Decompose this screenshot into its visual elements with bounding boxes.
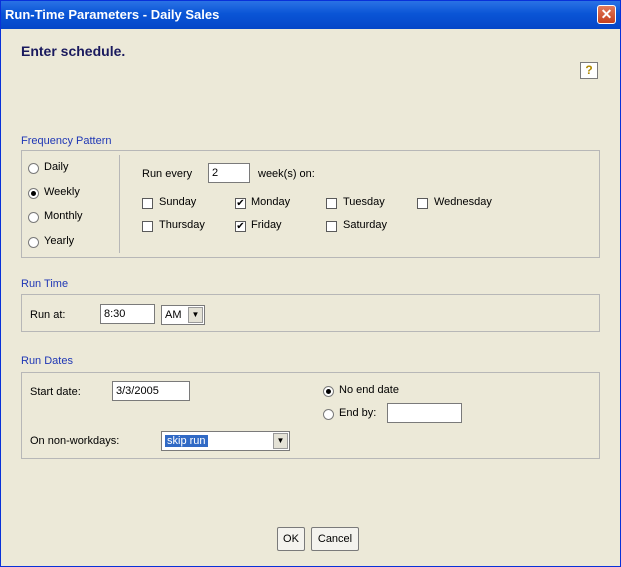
start-date-label: Start date: — [30, 386, 81, 398]
chevron-down-icon[interactable]: ▼ — [273, 433, 288, 449]
checkbox-friday[interactable]: ✔ — [235, 221, 246, 232]
run-every-input[interactable]: 2 — [208, 163, 250, 183]
ok-button[interactable]: OK — [277, 527, 305, 551]
run-at-label: Run at: — [30, 309, 66, 321]
radio-monthly[interactable] — [28, 212, 39, 223]
run-dates-panel: Start date: 3/3/2005 No end date End by:… — [21, 372, 600, 459]
checkbox-saturday-label: Saturday — [343, 219, 388, 231]
start-date-input[interactable]: 3/3/2005 — [112, 381, 190, 401]
radio-end-by-label: End by: — [339, 407, 377, 419]
frequency-pattern-label: Frequency Pattern — [21, 135, 112, 147]
weeks-on-label: week(s) on: — [258, 168, 315, 180]
radio-daily-label: Daily — [44, 161, 69, 173]
checkbox-wednesday[interactable] — [417, 198, 428, 209]
non-workdays-value: skip run — [165, 435, 208, 447]
run-at-time-input[interactable]: 8:30 — [100, 304, 155, 324]
run-time-label: Run Time — [21, 278, 69, 290]
checkbox-wednesday-label: Wednesday — [434, 196, 492, 208]
radio-no-end-date-label: No end date — [339, 384, 399, 396]
frequency-panel: Daily Weekly Monthly Yearly Run every 2 … — [21, 150, 600, 258]
radio-end-by[interactable] — [323, 409, 334, 420]
run-dates-label: Run Dates — [21, 355, 73, 367]
dialog-window: Run-Time Parameters - Daily Sales ✕ Ente… — [0, 0, 621, 567]
checkbox-sunday-label: Sunday — [159, 196, 197, 208]
radio-no-end-date[interactable] — [323, 386, 334, 397]
run-time-panel: Run at: 8:30 AM ▼ — [21, 294, 600, 332]
radio-daily[interactable] — [28, 163, 39, 174]
chevron-down-icon[interactable]: ▼ — [188, 307, 203, 323]
checkbox-friday-label: Friday — [251, 219, 282, 231]
radio-yearly[interactable] — [28, 237, 39, 248]
checkbox-tuesday-label: Tuesday — [343, 196, 385, 208]
window-title: Run-Time Parameters - Daily Sales — [5, 7, 220, 22]
checkbox-saturday[interactable] — [326, 221, 337, 232]
cancel-button[interactable]: Cancel — [311, 527, 359, 551]
ampm-value: AM — [165, 309, 182, 321]
non-workdays-label: On non-workdays: — [30, 435, 120, 447]
checkbox-monday-label: Monday — [251, 196, 291, 208]
checkbox-thursday-label: Thursday — [159, 219, 205, 231]
frequency-divider — [119, 155, 120, 253]
help-icon[interactable]: ? — [580, 62, 598, 79]
checkbox-monday[interactable]: ✔ — [235, 198, 246, 209]
radio-weekly-label: Weekly — [44, 186, 80, 198]
checkbox-thursday[interactable] — [142, 221, 153, 232]
radio-yearly-label: Yearly — [44, 235, 75, 247]
page-title: Enter schedule. — [21, 43, 126, 59]
checkbox-sunday[interactable] — [142, 198, 153, 209]
non-workdays-select[interactable]: skip run ▼ — [161, 431, 290, 451]
radio-monthly-label: Monthly — [44, 210, 83, 222]
checkbox-tuesday[interactable] — [326, 198, 337, 209]
close-icon[interactable]: ✕ — [597, 5, 616, 24]
run-every-label: Run every — [142, 168, 193, 180]
title-bar[interactable]: Run-Time Parameters - Daily Sales ✕ — [1, 1, 620, 29]
ampm-select[interactable]: AM ▼ — [161, 305, 205, 325]
end-by-input[interactable] — [387, 403, 462, 423]
radio-weekly[interactable] — [28, 188, 39, 199]
